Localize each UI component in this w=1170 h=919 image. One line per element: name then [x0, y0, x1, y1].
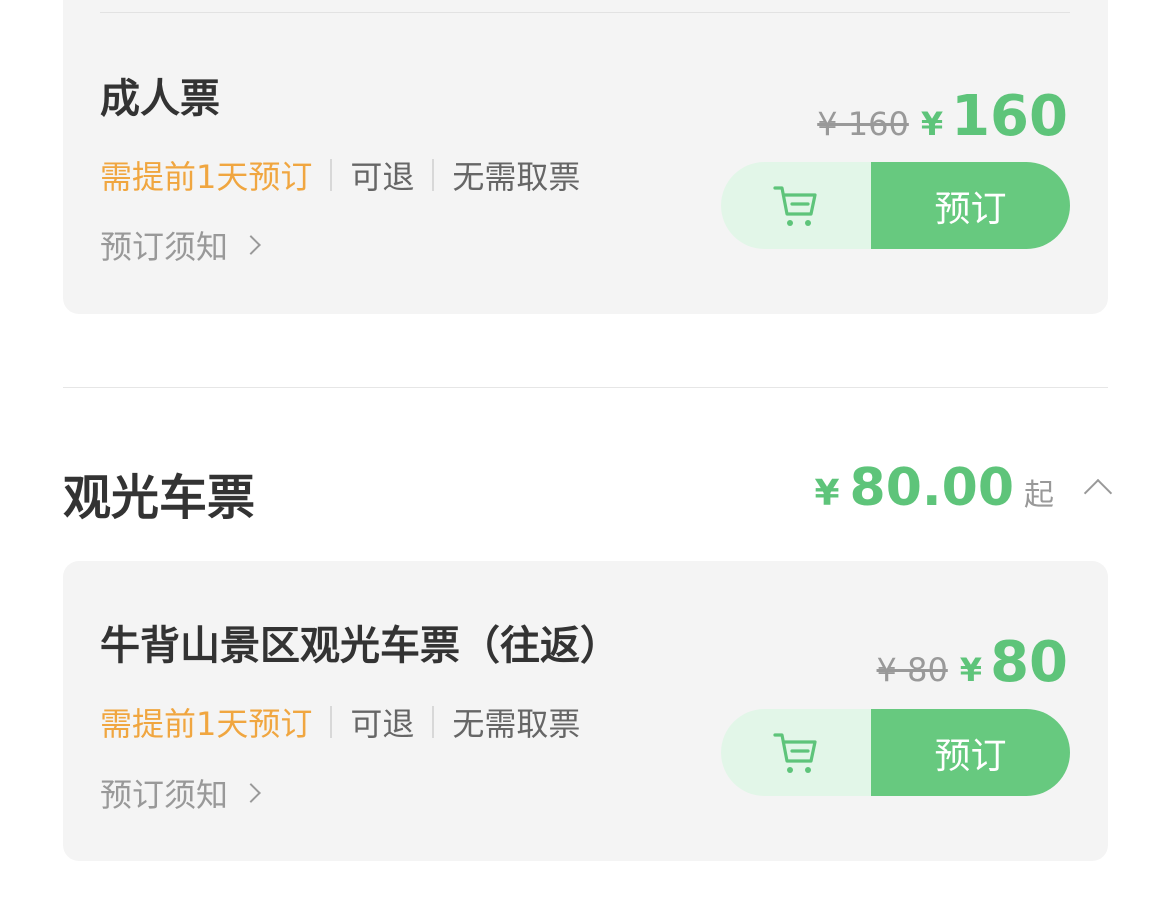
- shopping-cart-icon: [773, 732, 817, 773]
- ticket-name: 牛背山景区观光车票（往返）: [100, 623, 620, 669]
- book-button[interactable]: 预订: [871, 709, 1070, 796]
- original-price: ¥ 80: [876, 651, 948, 689]
- ticket-tags: 需提前1天预订 可退 无需取票: [100, 152, 580, 198]
- booking-notice-label: 预订须知: [100, 228, 229, 266]
- refundable-tag: 可退: [350, 705, 415, 743]
- sale-price: 160: [951, 84, 1068, 149]
- tag-separator: [330, 159, 333, 191]
- tag-separator: [330, 706, 333, 738]
- booking-notice-label: 预订须知: [100, 776, 229, 814]
- currency-symbol: ¥: [920, 105, 944, 143]
- ticket-price: ¥ 80 ¥ 80: [877, 630, 1068, 695]
- section-title: 观光车票: [63, 470, 256, 526]
- no-pickup-tag: 无需取票: [452, 705, 581, 743]
- original-price: ¥ 160: [817, 105, 909, 143]
- section-price-toggle[interactable]: ¥ 80.00 起: [814, 458, 1113, 518]
- sale-price: 80: [990, 630, 1068, 695]
- chevron-up-icon[interactable]: [1083, 478, 1113, 508]
- advance-booking-tag: 需提前1天预订: [100, 158, 313, 196]
- ticket-tags: 需提前1天预订 可退 无需取票: [100, 699, 580, 745]
- price-suffix: 起: [1024, 478, 1054, 513]
- starting-price: 80.00: [849, 458, 1014, 518]
- add-to-cart-button[interactable]: [721, 709, 871, 796]
- ticket-actions: 预订: [721, 162, 1070, 249]
- book-button[interactable]: 预订: [871, 162, 1070, 249]
- tag-separator: [432, 706, 435, 738]
- booking-notice-link[interactable]: 预订须知: [100, 222, 261, 268]
- chevron-right-icon: [241, 235, 261, 255]
- refundable-tag: 可退: [350, 158, 415, 196]
- ticket-name: 成人票: [100, 76, 220, 122]
- advance-booking-tag: 需提前1天预订: [100, 705, 313, 743]
- shopping-cart-icon: [773, 185, 817, 226]
- tag-separator: [432, 159, 435, 191]
- currency-symbol: ¥: [814, 473, 840, 514]
- card-divider: [100, 12, 1070, 13]
- chevron-right-icon: [241, 783, 261, 803]
- ticket-price: ¥ 160 ¥ 160: [817, 84, 1068, 149]
- add-to-cart-button[interactable]: [721, 162, 871, 249]
- currency-symbol: ¥: [959, 651, 983, 689]
- section-divider: [63, 387, 1108, 388]
- booking-notice-link[interactable]: 预订须知: [100, 770, 261, 816]
- ticket-actions: 预订: [721, 709, 1070, 796]
- no-pickup-tag: 无需取票: [452, 158, 581, 196]
